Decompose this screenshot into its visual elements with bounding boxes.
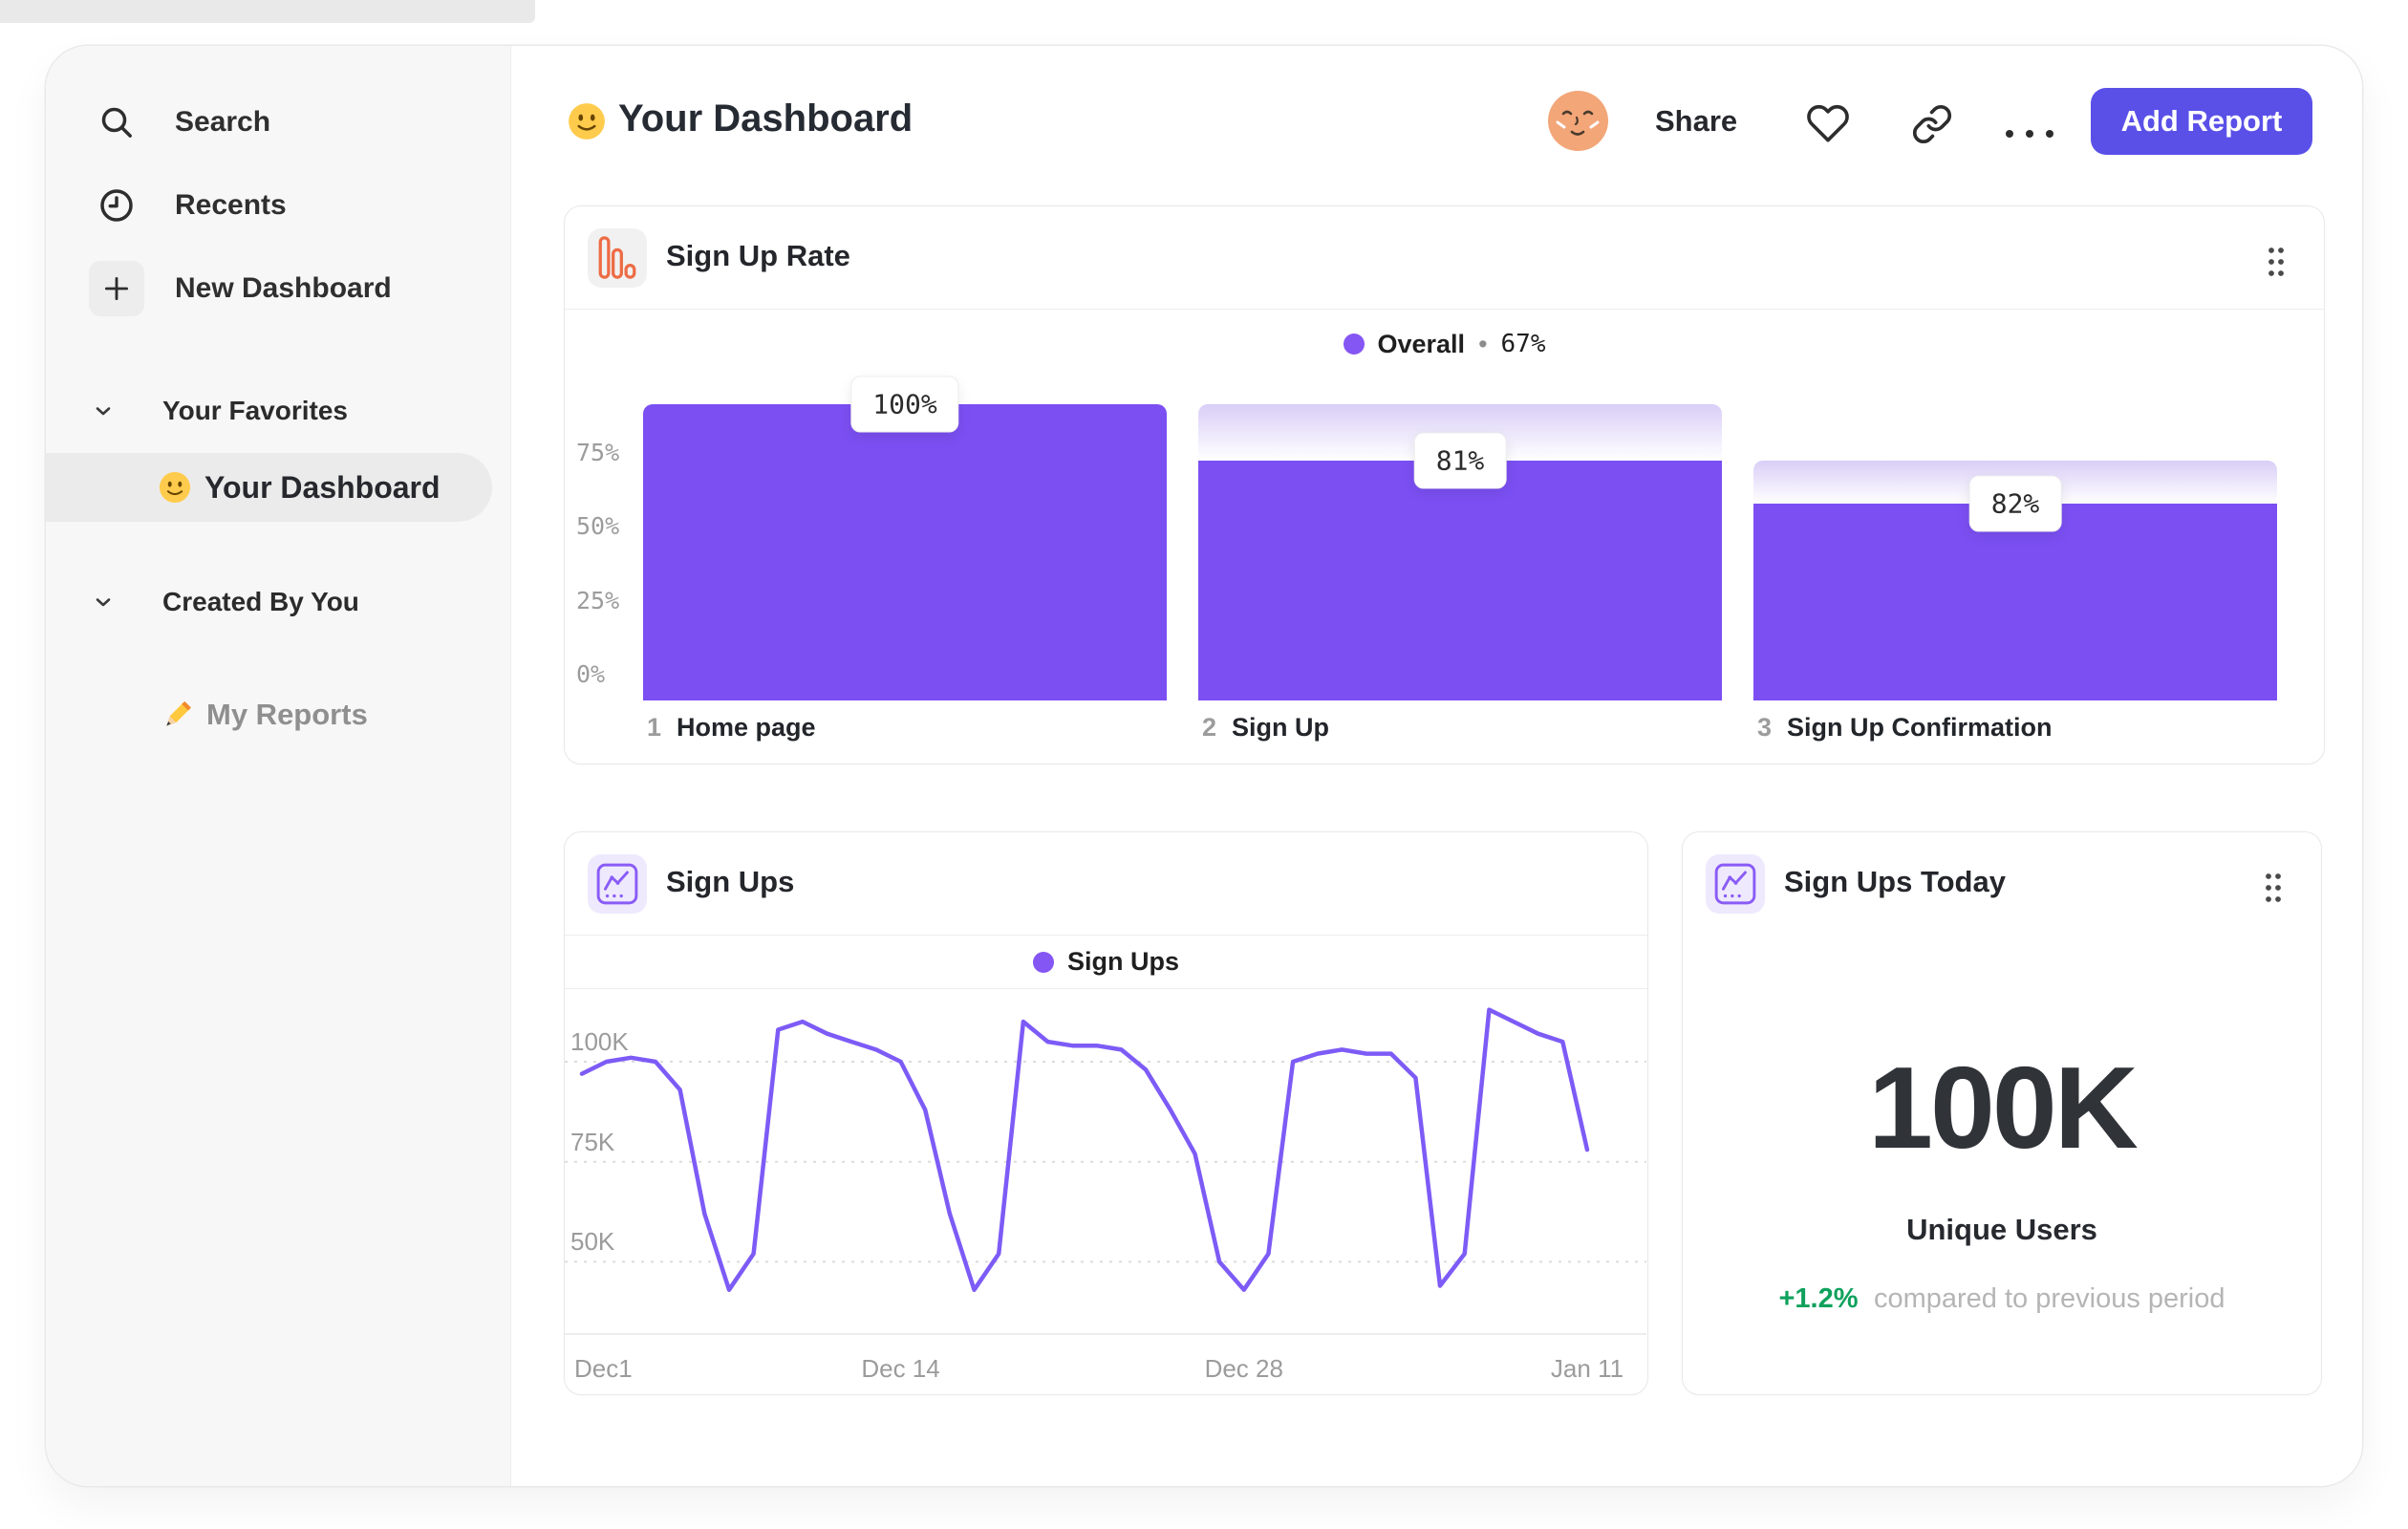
card-header: Sign Ups Today [1683,832,2321,936]
y-axis-tick: 100K [570,1027,629,1056]
search-icon [97,103,136,141]
pencil-icon [159,697,195,733]
sidebar-item-search[interactable]: Search [46,92,510,153]
y-axis-tick: 75K [570,1127,615,1156]
line-chart-icon [1706,854,1765,914]
main-content: Your Dashboard Share Add Report Sign Up … [511,46,2362,1486]
favorite-heart-icon[interactable] [1806,101,1850,145]
sidebar: Search Recents New Dashboard Your Favori… [46,46,511,1486]
step-name: Home page [677,713,816,742]
slightly-smiling-face-emoji [568,102,606,140]
delta-badge: +1.2% [1778,1283,1859,1314]
legend-overall-value: 67% [1500,330,1546,358]
funnel-bar-converted [1753,504,2277,700]
funnel-bar-converted [1198,460,1722,700]
legend-series-name: Sign Ups [1066,947,1179,976]
chevron-down-icon [92,399,115,422]
card-header: Sign Ups [565,832,1647,936]
y-axis-tick: 25% [576,586,620,614]
card-header: Sign Up Rate [565,206,2324,310]
chevron-down-icon [92,591,115,614]
page-title: Your Dashboard [618,97,914,140]
stat-label: Unique Users [1906,1213,2097,1246]
card-title: Sign Ups Today [1784,865,2006,898]
funnel-step-label: 2 Sign Up [1202,713,1329,743]
x-axis-tick: Jan 11 [1550,1354,1624,1383]
y-axis-tick: 50K [570,1227,615,1257]
more-options-icon[interactable] [2002,126,2059,141]
card-title: Sign Ups [666,865,795,898]
sidebar-section-created-by-you[interactable]: Created By You [46,578,510,626]
drag-handle-icon[interactable] [2262,871,2285,905]
funnel-bar[interactable] [643,404,1167,700]
step-number: 3 [1757,713,1773,742]
stat-delta-row: +1.2% compared to previous period [1683,1283,2321,1315]
line-chart-svg [565,1007,1646,1292]
sign-ups-today-card: Sign Ups Today 100K Unique Users +1.2% c… [1682,831,2322,1395]
conversion-tooltip: 82% [1968,475,2062,532]
clock-icon [97,186,136,225]
step-number: 2 [1202,713,1217,742]
x-axis-tick: Dec 28 [1204,1354,1283,1383]
plus-icon [89,261,144,316]
funnel-legend: Overall • 67% [565,323,2324,365]
delta-note: compared to previous period [1873,1283,2225,1314]
funnel-bar-converted [643,404,1167,700]
x-axis-tick: Dec 14 [861,1354,940,1383]
screen: Search Recents New Dashboard Your Favori… [0,0,2408,1529]
card-title: Sign Up Rate [666,239,850,272]
browser-edge-artifact [0,0,535,23]
conversion-tooltip: 81% [1413,432,1507,489]
line-chart-icon [588,854,647,914]
x-axis-tick: Dec1 [574,1354,633,1383]
step-name: Sign Up [1232,713,1330,742]
add-report-button[interactable]: Add Report [2091,88,2312,155]
x-axis-labels: Dec1 Dec 14 Dec 28 Jan 11 [565,1335,1647,1392]
sidebar-item-label: New Dashboard [175,272,392,304]
app-window: Search Recents New Dashboard Your Favori… [46,46,2362,1486]
sign-ups-card: Sign Ups Sign Ups 100K 75K 50K Dec1 Dec 14 D… [564,831,1648,1395]
section-label: Created By You [162,587,359,616]
y-axis-tick: 0% [576,660,606,688]
sidebar-item-recents[interactable]: Recents [46,175,510,236]
copy-link-icon[interactable] [1911,103,1953,145]
legend-dot [1032,951,1054,973]
slightly-smiling-face-emoji [159,471,191,504]
sidebar-item-new-dashboard[interactable]: New Dashboard [46,258,510,319]
legend-dot [1343,334,1365,355]
sidebar-item-label: My Reports [206,698,368,731]
avatar[interactable] [1548,91,1608,151]
legend-series-name: Overall [1377,329,1466,358]
step-name: Sign Up Confirmation [1787,713,2053,742]
section-label: Your Favorites [162,396,348,425]
stat-value: 100K [1868,1043,2139,1173]
step-number: 1 [647,713,662,742]
sidebar-item-my-reports[interactable]: My Reports [46,684,510,745]
sidebar-item-label: Search [175,106,271,138]
funnel-step-label: 3 Sign Up Confirmation [1757,713,2053,743]
y-axis-tick: 75% [576,438,620,466]
funnel-step-label: 1 Home page [647,713,816,743]
line-plot: 100K 75K 50K [565,989,1646,1335]
drag-handle-icon[interactable] [2265,245,2288,279]
line-legend: Sign Ups [565,936,1647,989]
sidebar-section-your-favorites[interactable]: Your Favorites [46,387,510,435]
y-axis-tick: 50% [576,512,620,540]
sidebar-item-your-dashboard-active[interactable]: Your Dashboard [46,453,492,522]
funnel-chart-icon [588,228,647,288]
sign-ups-series-line [579,1007,1590,1292]
share-button[interactable]: Share [1655,104,1737,139]
sidebar-item-label: Recents [175,189,287,221]
conversion-tooltip: 100% [850,376,959,433]
sign-up-rate-card: Sign Up Rate Overall • 67% 75% 50% 25% 0… [564,205,2325,764]
sidebar-item-label: Your Dashboard [204,469,441,505]
